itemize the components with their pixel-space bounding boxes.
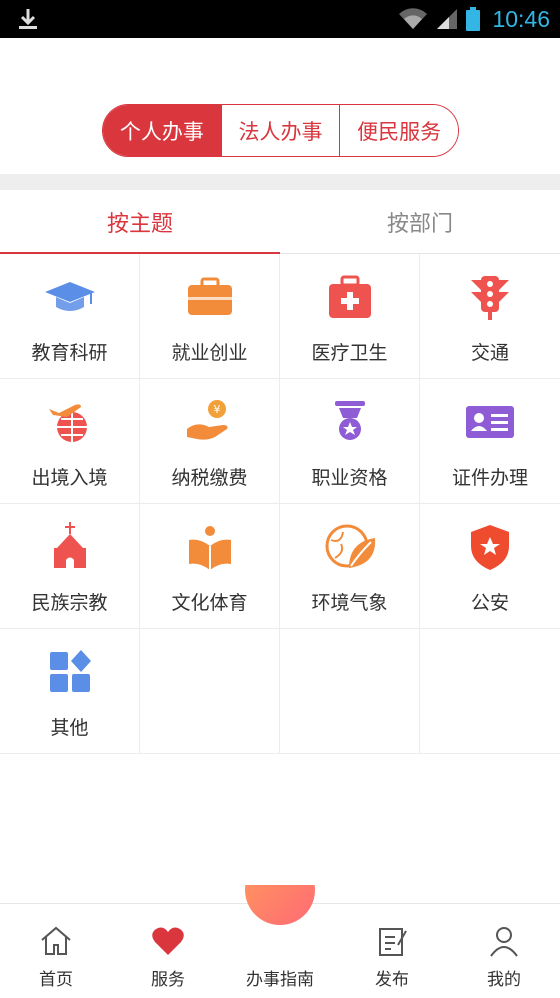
segment-personal[interactable]: 个人办事 bbox=[103, 105, 221, 156]
briefcase-icon bbox=[187, 277, 232, 315]
nav-services-label: 服务 bbox=[151, 970, 185, 990]
signal-icon bbox=[437, 9, 458, 29]
status-bar: 10:46 bbox=[0, 0, 560, 38]
grid-item-label: 公安 bbox=[470, 592, 509, 614]
grid-item-tax[interactable]: ¥ 纳税缴费 bbox=[140, 379, 280, 504]
airplane-globe-icon bbox=[48, 404, 87, 442]
category-tabs: 按主题 按部门 bbox=[0, 190, 560, 254]
grid-item-label: 其他 bbox=[50, 717, 89, 739]
hand-coin-icon: ¥ bbox=[186, 400, 227, 440]
grid-item-other[interactable]: 其他 bbox=[0, 629, 140, 754]
grid-item-ethnic-religion[interactable]: 民族宗教 bbox=[0, 504, 140, 629]
grid-item-label: 职业资格 bbox=[311, 467, 388, 489]
church-icon bbox=[53, 522, 86, 568]
tab-by-topic[interactable]: 按主题 bbox=[0, 190, 280, 254]
guide-fab-icon[interactable] bbox=[245, 885, 315, 925]
grid-item-border-control[interactable]: 出境入境 bbox=[0, 379, 140, 504]
nav-publish[interactable]: 发布 bbox=[336, 904, 448, 998]
divider bbox=[0, 174, 560, 190]
grid-item-label: 环境气象 bbox=[311, 592, 388, 614]
segment-legal-entity[interactable]: 法人办事 bbox=[220, 105, 340, 156]
service-type-switch: 个人办事 法人办事 便民服务 bbox=[102, 104, 459, 157]
nav-home-label: 首页 bbox=[39, 970, 73, 990]
reading-book-icon bbox=[188, 526, 231, 570]
grid-item-label: 文化体育 bbox=[171, 592, 248, 614]
police-shield-icon bbox=[471, 525, 509, 570]
clock: 10:46 bbox=[492, 5, 550, 32]
edit-note-icon bbox=[379, 928, 407, 956]
battery-icon bbox=[466, 7, 481, 31]
tab-by-department[interactable]: 按部门 bbox=[280, 190, 560, 253]
medical-kit-icon bbox=[328, 275, 371, 318]
grid-item-label: 教育科研 bbox=[31, 342, 108, 364]
grid-item-medical[interactable]: 医疗卫生 bbox=[280, 254, 420, 379]
header-area: 个人办事 法人办事 便民服务 bbox=[0, 38, 560, 174]
grid-item-label: 纳税缴费 bbox=[171, 467, 248, 489]
download-icon bbox=[19, 9, 37, 29]
traffic-light-icon bbox=[471, 276, 509, 320]
user-icon bbox=[490, 927, 518, 957]
grid-item-qualification[interactable]: 职业资格 bbox=[280, 379, 420, 504]
grid-item-label: 证件办理 bbox=[451, 467, 528, 489]
svg-text:¥: ¥ bbox=[213, 403, 220, 416]
grid-empty-cell bbox=[140, 629, 280, 754]
grid-empty-cell bbox=[420, 629, 560, 754]
nav-publish-label: 发布 bbox=[375, 970, 409, 990]
nav-me[interactable]: 我的 bbox=[448, 904, 560, 998]
graduation-cap-icon bbox=[44, 282, 95, 311]
grid-item-label: 民族宗教 bbox=[31, 592, 108, 614]
grid-item-label: 医疗卫生 bbox=[311, 342, 388, 364]
nav-home[interactable]: 首页 bbox=[0, 904, 112, 998]
nav-guide-label: 办事指南 bbox=[246, 970, 314, 990]
topic-grid: 教育科研 就业创业 医疗卫生 交通 出境入境 ¥ 纳税缴费 职业资格 证件办理 … bbox=[0, 254, 560, 754]
grid-item-label: 交通 bbox=[470, 342, 509, 364]
id-card-icon bbox=[466, 406, 514, 438]
grid-empty-cell bbox=[280, 629, 420, 754]
grid-item-label: 就业创业 bbox=[171, 342, 248, 364]
grid-item-environment[interactable]: 环境气象 bbox=[280, 504, 420, 629]
grid-item-certificates[interactable]: 证件办理 bbox=[420, 379, 560, 504]
fab-circle bbox=[245, 885, 315, 925]
leaf-globe-icon bbox=[325, 524, 375, 568]
grid-item-education[interactable]: 教育科研 bbox=[0, 254, 140, 379]
apps-grid-icon bbox=[49, 650, 91, 692]
grid-item-label: 出境入境 bbox=[31, 467, 108, 489]
nav-me-label: 我的 bbox=[487, 970, 521, 990]
grid-item-traffic[interactable]: 交通 bbox=[420, 254, 560, 379]
segment-public-service[interactable]: 便民服务 bbox=[339, 105, 458, 156]
heart-icon bbox=[152, 927, 184, 955]
medal-icon bbox=[334, 401, 365, 440]
nav-services[interactable]: 服务 bbox=[112, 904, 224, 998]
wifi-icon bbox=[399, 8, 428, 29]
grid-item-culture-sports[interactable]: 文化体育 bbox=[140, 504, 280, 629]
home-icon bbox=[41, 926, 71, 955]
grid-item-employment[interactable]: 就业创业 bbox=[140, 254, 280, 379]
grid-item-police[interactable]: 公安 bbox=[420, 504, 560, 629]
